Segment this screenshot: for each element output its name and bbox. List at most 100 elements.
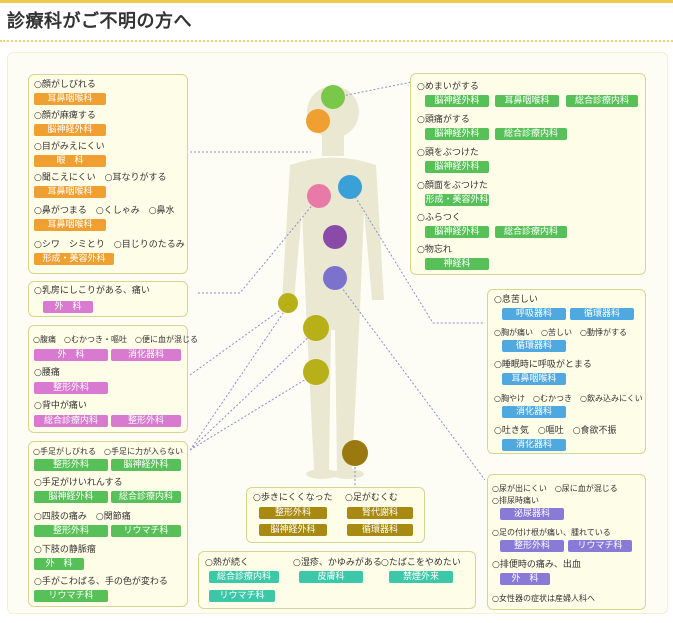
symptom-label: ○目がみえにくい: [34, 142, 105, 152]
symptom-label: ○四肢の痛み ○関節痛: [34, 512, 131, 522]
breast-symptoms-box: ○乳房にしこりがある、痛い 外 科: [28, 281, 188, 317]
dept-tag[interactable]: 整形外科: [111, 415, 181, 427]
symptom-label: ○尿が出にくい ○尿に血が混じる: [492, 484, 618, 493]
symptom-label: ○シワ シミとり ○目じりのたるみ: [34, 240, 185, 250]
symptom-label: ○手足がけいれんする: [34, 478, 123, 488]
symptom-label: ○排尿時痛い: [492, 496, 539, 505]
dept-tag[interactable]: 外 科: [34, 558, 84, 570]
marker-lower-abdomen: [323, 266, 347, 290]
symptom-label: ○ふらつく: [417, 213, 461, 223]
dept-tag[interactable]: 消化器科: [502, 439, 566, 451]
dept-tag[interactable]: 循環器科: [502, 340, 566, 352]
dept-tag[interactable]: 脳神経外科: [425, 128, 489, 140]
dept-tag[interactable]: 禁煙外来: [389, 571, 453, 583]
dept-tag[interactable]: 総合診療内科: [566, 95, 638, 107]
dept-tag[interactable]: 総合診療内科: [495, 226, 567, 238]
dept-tag[interactable]: 総合診療内科: [34, 415, 108, 427]
marker-hand: [278, 293, 298, 313]
symptom-label: ○歩きにくくなった: [253, 493, 333, 503]
dept-tag[interactable]: リウマチ科: [111, 525, 181, 537]
dept-tag[interactable]: 循環器科: [570, 308, 634, 320]
dept-tag[interactable]: リウマチ科: [209, 590, 275, 602]
symptom-label: ○背中が痛い: [34, 401, 87, 411]
dept-tag[interactable]: 外 科: [34, 349, 108, 361]
symptom-label: ○睡眠時に呼吸がとまる: [494, 360, 592, 370]
dept-tag[interactable]: 整形外科: [500, 540, 564, 552]
dept-tag[interactable]: 耳鼻咽喉科: [34, 93, 106, 105]
dept-tag[interactable]: リウマチ科: [34, 590, 108, 602]
marker-face: [306, 109, 330, 133]
dept-tag[interactable]: 消化器科: [111, 349, 181, 361]
symptom-label: ○排便時の痛み、出血: [492, 560, 581, 570]
dept-tag[interactable]: 整形外科: [34, 525, 108, 537]
symptom-label: ○物忘れ: [417, 245, 452, 255]
dept-tag[interactable]: 神経科: [425, 258, 489, 270]
symptom-label: ○腹痛 ○むかつき・嘔吐 ○便に血が混じる: [33, 335, 198, 344]
dept-tag[interactable]: 泌尿器科: [500, 508, 564, 520]
symptom-label: ○顔がしびれる: [34, 80, 96, 90]
symptom-label: ○顔が麻痺する: [34, 111, 96, 121]
symptom-label: ○下肢の静脈瘤: [34, 545, 96, 555]
marker-head-top: [321, 85, 345, 109]
dept-tag[interactable]: 消化器科: [502, 406, 566, 418]
symptom-label: ○足がむくむ: [345, 493, 398, 503]
symptom-label: ○頭をぶつけた: [417, 148, 479, 158]
marker-stomach: [323, 225, 347, 249]
dept-tag[interactable]: 眼 科: [34, 155, 106, 167]
face-symptoms-box: ○顔がしびれる 耳鼻咽喉科 ○顔が麻痺する 脳神経外科 ○目がみえにくい 眼 科…: [28, 74, 188, 274]
dept-tag[interactable]: 耳鼻咽喉科: [502, 373, 566, 385]
symptom-label: ○湿疹、かゆみがある: [293, 558, 382, 568]
dept-tag[interactable]: 整形外科: [259, 507, 327, 519]
marker-foot: [342, 440, 368, 466]
dept-tag[interactable]: 総合診療内科: [111, 491, 181, 503]
dept-tag[interactable]: 脳神経外科: [34, 491, 108, 503]
dept-tag[interactable]: 総合診療内科: [209, 571, 279, 583]
marker-thigh: [303, 359, 329, 385]
dept-tag[interactable]: 腎代謝科: [347, 507, 413, 519]
symptom-label: ○女性器の症状は産婦人科へ: [492, 594, 595, 603]
symptom-label: ○吐き気 ○嘔吐 ○食欲不振: [494, 426, 617, 436]
symptom-label: ○息苦しい: [494, 295, 538, 305]
dept-tag[interactable]: 整形外科: [34, 382, 108, 394]
marker-chest: [338, 175, 362, 199]
symptom-label: ○めまいがする: [417, 82, 479, 92]
dept-tag[interactable]: リウマチ科: [568, 540, 632, 552]
dept-tag[interactable]: 形成・美容外科: [425, 194, 489, 206]
head-symptoms-box: ○めまいがする 脳神経外科 耳鼻咽喉科 総合診療内科 ○頭痛がする 脳神経外科 …: [410, 73, 646, 275]
dept-tag[interactable]: 整形外科: [34, 459, 108, 471]
symptom-label: ○胸が痛い ○苦しい ○動悸がする: [494, 328, 627, 337]
urinary-symptoms-box: ○尿が出にくい ○尿に血が混じる ○排尿時痛い 泌尿器科 ○足の付け根が痛い、腫…: [487, 474, 646, 610]
dept-tag[interactable]: 皮膚科: [299, 571, 363, 583]
dept-tag[interactable]: 外 科: [500, 573, 550, 585]
dept-tag[interactable]: 総合診療内科: [495, 128, 567, 140]
symptom-label: ○足の付け根が痛い、腫れている: [492, 528, 611, 537]
abdomen-symptoms-box: ○腹痛 ○むかつき・嘔吐 ○便に血が混じる 外 科 消化器科 ○腰痛 整形外科 …: [28, 325, 198, 433]
dept-tag[interactable]: 形成・美容外科: [34, 253, 114, 265]
marker-hip: [303, 315, 329, 341]
dept-tag[interactable]: 脳神経外科: [111, 459, 181, 471]
dept-tag[interactable]: 耳鼻咽喉科: [495, 95, 559, 107]
dept-tag[interactable]: 循環器科: [347, 524, 413, 536]
symptom-label: ○手足がしびれる ○手足に力が入らない: [33, 447, 183, 456]
dept-tag[interactable]: 脳神経外科: [425, 226, 489, 238]
symptom-label: ○たばこをやめたい: [381, 558, 461, 568]
dept-tag[interactable]: 脳神経外科: [425, 95, 489, 107]
dept-tag[interactable]: 脳神経外科: [34, 124, 106, 136]
feet-symptoms-box: ○歩きにくくなった 整形外科 脳神経外科 ○足がむくむ 腎代謝科 循環器科: [246, 487, 425, 543]
marker-breast: [307, 184, 331, 208]
dept-tag[interactable]: 脳神経外科: [259, 524, 327, 536]
symptom-label: ○鼻がつまる ○くしゃみ ○鼻水: [34, 206, 175, 216]
general-symptoms-box: ○熱が続く 総合診療内科 リウマチ科 ○湿疹、かゆみがある 皮膚科 ○たばこをや…: [198, 551, 476, 609]
dept-tag[interactable]: 耳鼻咽喉科: [34, 219, 106, 231]
dept-tag[interactable]: 外 科: [43, 301, 93, 313]
symptom-label: ○頭痛がする: [417, 115, 470, 125]
dept-tag[interactable]: 脳神経外科: [425, 161, 489, 173]
dept-tag[interactable]: 呼吸器科: [502, 308, 566, 320]
symptom-label: ○熱が続く: [205, 558, 249, 568]
symptom-label: ○顔面をぶつけた: [417, 181, 488, 191]
chest-symptoms-box: ○息苦しい 呼吸器科 循環器科 ○胸が痛い ○苦しい ○動悸がする 循環器科 ○…: [487, 289, 646, 454]
symptom-label: ○腰痛: [34, 368, 60, 378]
symptom-label: ○胸やけ ○むかつき ○飲み込みにくい: [494, 394, 643, 403]
symptom-label: ○乳房にしこりがある、痛い: [34, 286, 150, 296]
dept-tag[interactable]: 耳鼻咽喉科: [34, 186, 106, 198]
